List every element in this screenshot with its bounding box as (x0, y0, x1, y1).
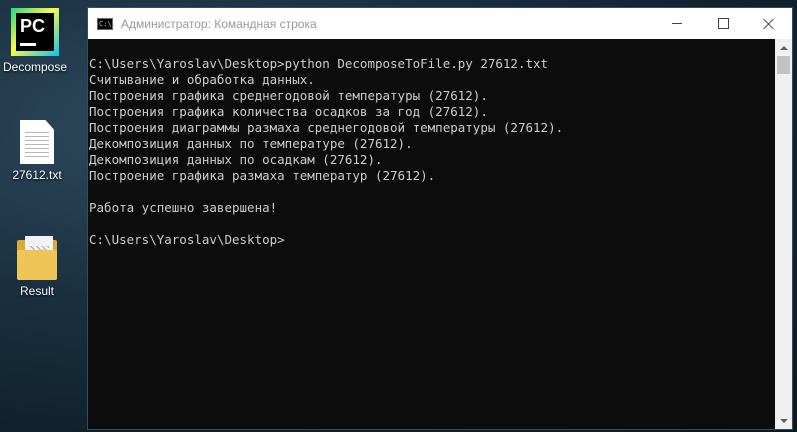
command-prompt-window: C:\. Администратор: Командная строка C:\… (87, 7, 793, 430)
pycharm-icon: PC (11, 8, 59, 56)
desktop-icon-label: Result (19, 284, 54, 298)
scroll-up-button[interactable] (775, 39, 792, 56)
maximize-button[interactable] (700, 8, 746, 39)
window-title: Администратор: Командная строка (121, 16, 317, 31)
console-line: Построения графика количества осадков за… (89, 104, 488, 119)
scroll-down-button[interactable] (775, 412, 792, 429)
window-titlebar[interactable]: C:\. Администратор: Командная строка (88, 8, 792, 39)
console-line: Работа успешно завершена! (89, 200, 278, 215)
close-button[interactable] (746, 8, 792, 39)
minimize-button[interactable] (654, 8, 700, 39)
desktop-icon-text-file[interactable]: 27612.txt (2, 120, 72, 182)
console-line: C:\Users\Yaroslav\Desktop>python Decompo… (89, 56, 549, 71)
close-icon (763, 18, 775, 30)
desktop-icon-label: 27612.txt (12, 168, 62, 182)
cmd-icon: C:\. (97, 17, 116, 30)
console-output[interactable]: C:\Users\Yaroslav\Desktop>python Decompo… (88, 39, 775, 429)
folder-icon (17, 236, 57, 280)
minimize-icon (672, 23, 682, 24)
vertical-scrollbar[interactable] (775, 39, 792, 429)
console-line: Декомпозиция данных по температуре (2761… (89, 136, 413, 151)
scroll-thumb[interactable] (777, 56, 790, 74)
console-line: Построения графика среднегодовой темпера… (89, 88, 488, 103)
arrow-down-icon (779, 418, 788, 423)
desktop-icon-pycharm[interactable]: PC Decompose (0, 8, 70, 74)
console-line: Считывание и обработка данных. (89, 72, 315, 87)
arrow-up-icon (779, 45, 788, 50)
console-line: Построение графика размаха температур (2… (89, 168, 436, 183)
desktop-icon-label: Decompose (2, 60, 68, 74)
text-file-icon (20, 120, 54, 164)
desktop-icon-folder[interactable]: Result (2, 236, 72, 298)
console-line: Построения диаграммы размаха среднегодов… (89, 120, 564, 135)
console-prompt[interactable]: C:\Users\Yaroslav\Desktop> (88, 232, 775, 248)
maximize-icon (717, 18, 729, 29)
console-line: Декомпозиция данных по осадкам (27612). (89, 152, 383, 167)
